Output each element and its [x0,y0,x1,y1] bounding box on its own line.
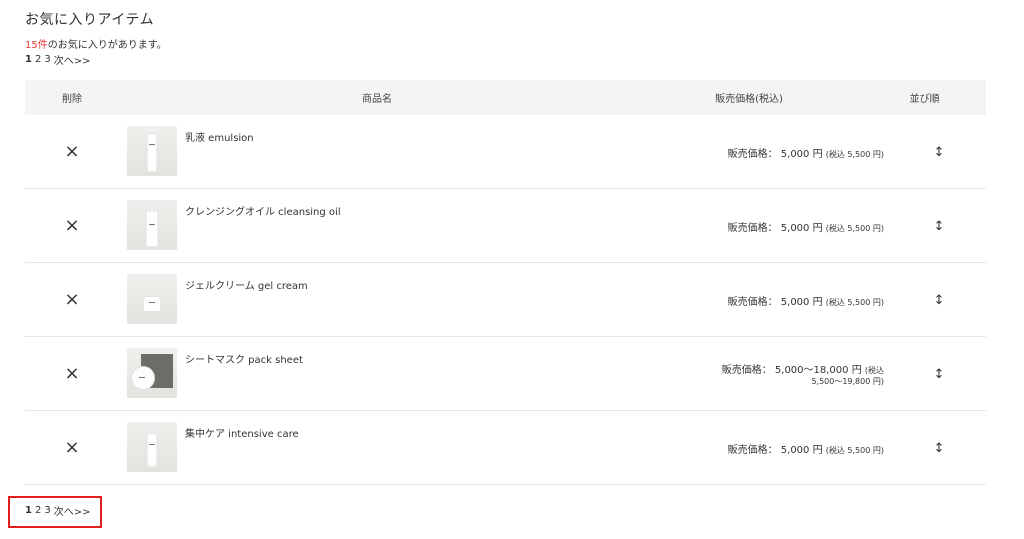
header-product-name: 商品名 [362,94,392,105]
favorites-table: 削除 商品名 販売価格(税込) 並び順 × 乳液 emulsion 販売価格： … [25,80,986,485]
page-next-link[interactable]: 次へ>> [54,503,91,518]
price-tax-range: 5,500〜19,800 円) [811,377,884,386]
header-delete: 削除 [62,94,82,105]
favorite-count-suffix: のお気に入りがあります。 [47,40,167,51]
product-price: 販売価格： 5,000 円 (税込 5,500 円) [728,263,884,337]
price-tax: (税込 5,500 円) [825,297,884,307]
price-text: 販売価格： 5,000 円 [727,148,826,160]
price-tax: (税込 [864,366,884,375]
delete-icon[interactable]: × [25,189,119,262]
product-name-link[interactable]: クレンジングオイル cleansing oil [185,203,341,218]
table-row: × 乳液 emulsion 販売価格： 5,000 円 (税込 5,500 円)… [25,115,986,189]
delete-icon[interactable]: × [25,263,119,336]
table-row: × ジェルクリーム gel cream 販売価格： 5,000 円 (税込 5,… [25,263,986,337]
table-row: × 集中ケア intensive care 販売価格： 5,000 円 (税込 … [25,411,986,485]
table-row: × クレンジングオイル cleansing oil 販売価格： 5,000 円 … [25,189,986,263]
page-link-2[interactable]: 2 [35,505,41,516]
product-image[interactable] [127,422,177,472]
price-text: 販売価格： 5,000 円 [727,444,826,456]
page-title: お気に入りアイテム [25,12,155,28]
favorite-count-text: 15件のお気に入りがあります。 [25,36,167,51]
reorder-handle-icon[interactable]: ↕ [924,263,954,337]
reorder-handle-icon[interactable]: ↕ [924,337,954,411]
product-image[interactable] [127,348,177,398]
page-link-2[interactable]: 2 [35,54,41,65]
product-name-link[interactable]: 集中ケア intensive care [185,425,299,440]
price-text: 販売価格： 5,000 円 [727,296,826,308]
reorder-handle-icon[interactable]: ↕ [924,115,954,189]
reorder-handle-icon[interactable]: ↕ [924,411,954,485]
table-row: × シートマスク pack sheet 販売価格： 5,000〜18,000 円… [25,337,986,411]
product-price: 販売価格： 5,000 円 (税込 5,500 円) [728,411,884,485]
header-order: 並び順 [909,94,940,105]
product-image[interactable] [127,200,177,250]
product-name-link[interactable]: シートマスク pack sheet [185,351,303,366]
reorder-handle-icon[interactable]: ↕ [924,189,954,263]
page-current: 1 [25,505,32,516]
page-current: 1 [25,54,32,65]
product-price: 販売価格： 5,000〜18,000 円 (税込 5,500〜19,800 円) [722,337,884,411]
page-next-link[interactable]: 次へ>> [54,52,91,67]
product-image[interactable] [127,274,177,324]
page-link-3[interactable]: 3 [44,505,50,516]
pagination-bottom: 1 2 3 次へ>> [25,503,90,518]
pagination-top: 1 2 3 次へ>> [25,52,90,67]
product-price: 販売価格： 5,000 円 (税込 5,500 円) [728,115,884,189]
delete-icon[interactable]: × [25,337,119,410]
price-tax: (税込 5,500 円) [825,149,884,159]
favorite-count-number: 15件 [25,40,48,51]
product-image[interactable] [127,126,177,176]
header-price: 販売価格(税込) [715,94,783,105]
product-name-link[interactable]: 乳液 emulsion [185,129,254,144]
price-tax: (税込 5,500 円) [825,445,884,455]
price-text: 販売価格： 5,000 円 [727,222,826,234]
delete-icon[interactable]: × [25,115,119,188]
delete-icon[interactable]: × [25,411,119,484]
page-link-3[interactable]: 3 [44,54,50,65]
product-price: 販売価格： 5,000 円 (税込 5,500 円) [728,189,884,263]
table-header: 削除 商品名 販売価格(税込) 並び順 [25,80,986,115]
price-text: 販売価格： 5,000〜18,000 円 [721,365,865,376]
product-name-link[interactable]: ジェルクリーム gel cream [185,277,308,292]
price-tax: (税込 5,500 円) [825,223,884,233]
